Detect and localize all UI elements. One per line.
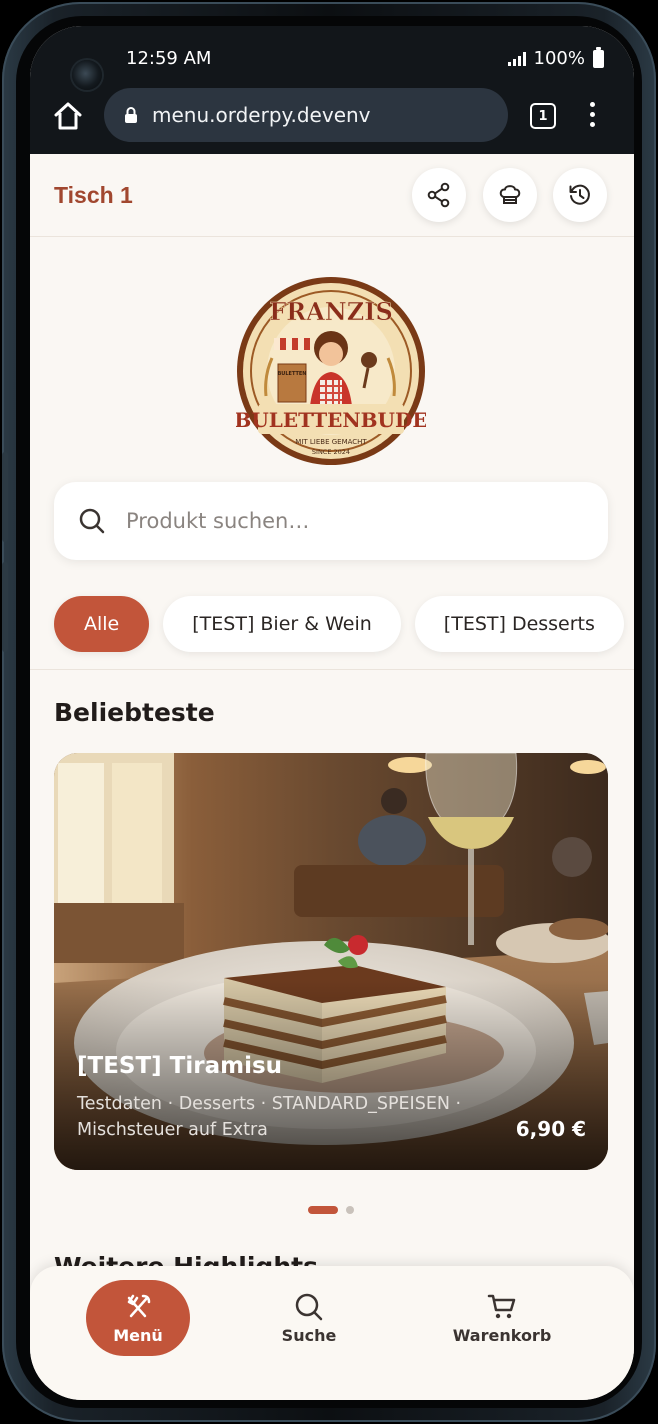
nav-search[interactable]: Suche — [264, 1280, 354, 1356]
share-icon — [427, 182, 450, 208]
carousel-dot-active[interactable] — [308, 1206, 338, 1214]
logo-top-text: FRANZIS — [269, 297, 393, 326]
carousel-pager — [308, 1206, 354, 1214]
lock-icon — [125, 107, 137, 123]
browser-chrome: 12:59 AM 100% menu.orderpy.devenv 1 — [30, 26, 634, 154]
nav-menu-label: Menü — [113, 1325, 163, 1345]
category-chip-all[interactable]: Alle — [54, 596, 150, 652]
more-icon[interactable] — [590, 102, 596, 128]
featured-product-card[interactable]: [TEST] Tiramisu Testdaten · Desserts · S… — [54, 753, 608, 1170]
url-text: menu.orderpy.devenv — [152, 103, 371, 127]
power-button — [2, 562, 8, 652]
category-chip-desserts[interactable]: [TEST] Desserts — [414, 596, 624, 652]
logo-stall-sign: BULETTEN — [277, 371, 306, 377]
utensils-icon — [127, 1294, 151, 1317]
product-name: [TEST] Tiramisu — [77, 1053, 283, 1079]
cart-icon — [487, 1294, 516, 1318]
status-time: 12:59 AM — [126, 48, 212, 69]
history-icon — [569, 184, 590, 205]
history-button[interactable] — [553, 168, 607, 222]
kitchen-button[interactable] — [483, 168, 537, 222]
front-camera — [72, 60, 102, 90]
tab-switcher-button[interactable]: 1 — [530, 103, 556, 129]
nav-cart-label: Warenkorb — [452, 1325, 552, 1345]
category-filter: Alle [TEST] Bier & Wein [TEST] Desserts — [54, 596, 624, 652]
volume-button — [2, 452, 8, 542]
chef-hat-icon — [499, 185, 521, 204]
battery-percent: 100% — [533, 48, 585, 69]
table-label: Tisch 1 — [54, 182, 133, 208]
section-divider — [30, 669, 634, 670]
address-bar[interactable]: menu.orderpy.devenv — [104, 88, 508, 142]
logo-tagline: MIT LIEBE GEMACHT — [295, 438, 367, 446]
category-chip-beer-wine[interactable]: [TEST] Bier & Wein — [163, 596, 401, 652]
screen: 12:59 AM 100% menu.orderpy.devenv 1 Tisc… — [30, 26, 634, 1400]
share-button[interactable] — [412, 168, 466, 222]
signal-icon — [507, 51, 526, 66]
logo-name: BULETTENBUDE — [236, 408, 426, 432]
home-icon[interactable] — [52, 100, 84, 132]
search-input[interactable] — [124, 508, 568, 534]
nav-menu[interactable]: Menü — [86, 1280, 190, 1356]
nav-cart[interactable]: Warenkorb — [450, 1280, 554, 1356]
restaurant-logo: FRANZIS BULETTENBUDE MIT LIEBE GEMACHT S… — [236, 277, 426, 465]
carousel-dot[interactable] — [346, 1206, 354, 1214]
search-icon — [79, 508, 105, 534]
product-search[interactable] — [54, 482, 608, 560]
logo-since: SINCE 2024 — [312, 448, 350, 456]
search-icon — [295, 1293, 323, 1320]
product-price: 6,90 € — [515, 1117, 586, 1141]
bottom-navigation: Menü Suche Warenkorb — [30, 1266, 634, 1400]
status-icons: 100% — [507, 46, 604, 69]
page-header: Tisch 1 — [30, 154, 634, 237]
battery-icon — [593, 46, 604, 68]
product-meta: Testdaten · Desserts · STANDARD_SPEISEN … — [77, 1094, 462, 1140]
section-title-popular: Beliebteste — [54, 698, 215, 727]
nav-search-label: Suche — [281, 1325, 337, 1345]
